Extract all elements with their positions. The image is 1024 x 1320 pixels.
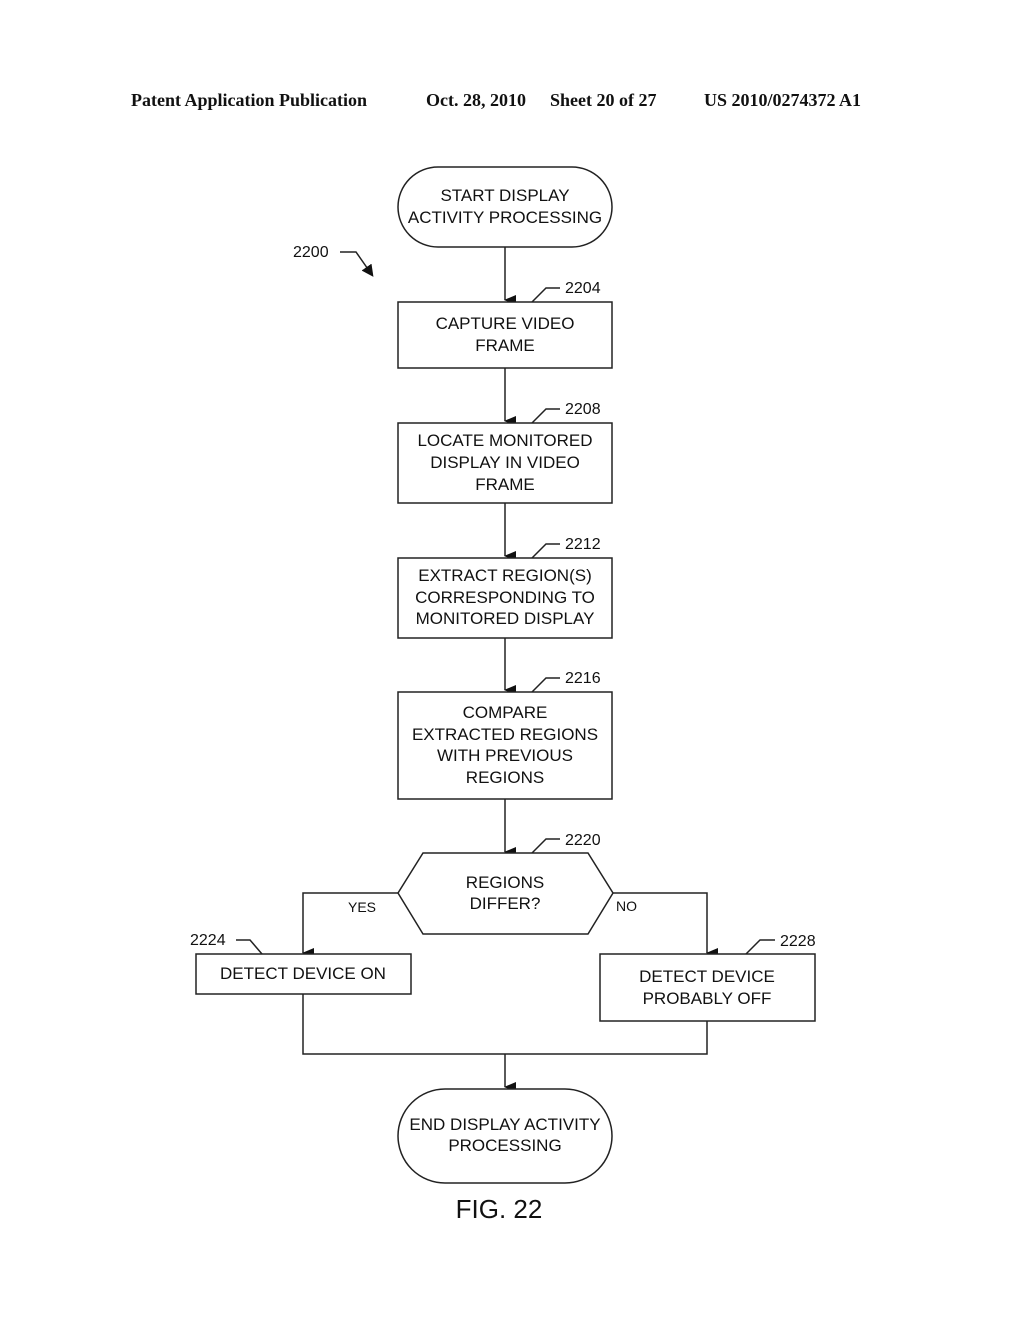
compare-line-3: WITH PREVIOUS [437,746,573,765]
capture-line-1: CAPTURE VIDEO [436,314,575,333]
start-line-1: START DISPLAY [440,186,569,205]
decision-line-2: DIFFER? [470,894,541,913]
detect-device-probably-off-box: DETECT DEVICE PROBABLY OFF 2228 [599,933,816,1022]
figure-ref-label: 2200 [293,244,329,261]
ref-2216: 2216 [565,670,601,687]
start-terminal: START DISPLAY ACTIVITY PROCESSING [397,166,613,248]
end-line-2: PROCESSING [448,1136,561,1155]
capture-line-2: FRAME [475,336,535,355]
ref-leader-2204 [531,287,560,303]
flowchart: 2200 START DISPLAY ACTIVITY PROCESSING C… [190,166,816,1224]
end-line-1: END DISPLAY ACTIVITY [409,1115,600,1134]
locate-line-2: DISPLAY IN VIDEO [430,453,580,472]
compare-line-4: REGIONS [466,768,544,787]
no-label: NO [616,898,637,914]
on-line-1: DETECT DEVICE ON [220,964,386,983]
ref-leader-2212 [531,543,560,559]
end-terminal: END DISPLAY ACTIVITY PROCESSING [397,1088,613,1184]
decision-line-1: REGIONS [466,873,544,892]
ref-2220: 2220 [565,832,601,849]
ref-leader-2216 [531,677,560,693]
yes-label: YES [348,899,376,915]
start-line-2: ACTIVITY PROCESSING [408,208,602,227]
ref-2224: 2224 [190,932,226,949]
locate-line-1: LOCATE MONITORED [417,431,592,450]
compare-line-1: COMPARE [463,703,548,722]
locate-line-3: FRAME [475,475,535,494]
ref-leader-2228 [745,939,775,955]
extract-line-3: MONITORED DISPLAY [416,609,595,628]
ref-leader-2220 [531,838,560,854]
detect-device-on-box: DETECT DEVICE ON 2224 [190,932,412,995]
extract-line-2: CORRESPONDING TO [415,588,595,607]
figure-ref-leader [340,251,374,277]
off-line-2: PROBABLY OFF [643,989,772,1008]
ref-leader-2224 [236,939,263,955]
compare-line-2: EXTRACTED REGIONS [412,725,598,744]
ref-2228: 2228 [780,933,816,950]
ref-2212: 2212 [565,536,601,553]
ref-leader-2208 [531,408,560,424]
extract-line-1: EXTRACT REGION(S) [418,566,591,585]
figure-caption: FIG. 22 [456,1194,543,1224]
ref-2208: 2208 [565,401,601,418]
off-line-1: DETECT DEVICE [639,967,775,986]
ref-2204: 2204 [565,280,601,297]
